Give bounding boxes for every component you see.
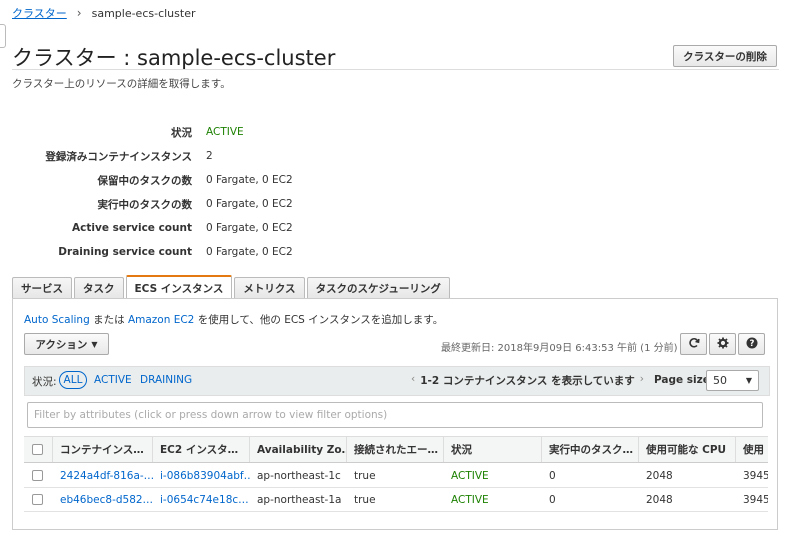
detail-status: 状況 ACTIVE	[0, 124, 400, 140]
help-icon: ?	[746, 337, 758, 352]
running-tasks-cell: 0	[549, 469, 556, 482]
detail-label: 保留中のタスクの数	[97, 174, 193, 187]
detail-value: 0 Fargate, 0 EC2	[206, 198, 293, 210]
available-cpu-cell: 2048	[646, 493, 673, 506]
availability-zone-cell: ap-northeast-1a	[257, 493, 342, 506]
column-running-tasks[interactable]: 実行中のタスク…	[542, 437, 639, 462]
actions-label: アクション	[35, 338, 88, 351]
detail-label: Active service count	[72, 222, 192, 234]
column-available-memory[interactable]: 使用	[736, 437, 768, 462]
tab-metrics[interactable]: メトリクス	[234, 277, 305, 299]
row-checkbox[interactable]	[32, 494, 43, 505]
detail-draining-services: Draining service count 0 Fargate, 0 EC2	[0, 244, 400, 260]
detail-value: ACTIVE	[206, 126, 244, 138]
settings-button[interactable]	[709, 333, 736, 355]
title-divider	[12, 69, 779, 70]
status-cell: ACTIVE	[451, 493, 489, 506]
table-row[interactable]: 2424a4df-816a-… i-086b83904abf… ap-north…	[24, 464, 768, 488]
tab-tasks[interactable]: タスク	[74, 277, 124, 299]
chevron-right-icon[interactable]: ›	[640, 373, 644, 388]
range-text: 1-2 コンテナインスタンス を表示しています	[420, 375, 635, 387]
column-agent-connected[interactable]: 接続されたエー…	[347, 437, 444, 462]
tab-task-scheduling[interactable]: タスクのスケジューリング	[306, 277, 450, 299]
page-size-select[interactable]: 50 ▼	[706, 370, 759, 391]
column-status[interactable]: 状況	[444, 437, 542, 462]
info-text-rest: を使用して、他の ECS インスタンスを追加します。	[194, 314, 444, 326]
column-ec2-instance[interactable]: EC2 インスタ…	[153, 437, 250, 462]
page-subtitle: クラスター上のリソースの詳細を取得します。	[12, 78, 231, 90]
chevron-left-icon[interactable]: ‹	[411, 373, 415, 388]
select-all-checkbox[interactable]	[32, 444, 43, 455]
detail-registered-instances: 登録済みコンテナインスタンス 2	[0, 148, 400, 164]
info-line: Auto Scaling または Amazon EC2 を使用して、他の ECS…	[24, 312, 443, 327]
breadcrumb-current: sample-ecs-cluster	[91, 6, 196, 20]
caret-down-icon: ▼	[745, 376, 752, 385]
table-row[interactable]: eb46bec8-d582… i-0654c74e18c… ap-northea…	[24, 488, 768, 512]
table-header: コンテナインス… EC2 インスタ… Availability Zo… 接続され…	[24, 436, 768, 463]
page-title: クラスター : sample-ecs-cluster	[12, 46, 336, 70]
svg-text:?: ?	[749, 339, 754, 349]
column-availability-zone[interactable]: Availability Zo…	[250, 437, 347, 462]
availability-zone-cell: ap-northeast-1c	[257, 469, 341, 482]
page-size-label: Page size	[654, 374, 710, 386]
status-cell: ACTIVE	[451, 469, 489, 482]
agent-connected-cell: true	[354, 493, 376, 506]
refresh-icon	[688, 337, 700, 352]
status-filter-all[interactable]: ALL	[59, 371, 87, 389]
breadcrumb: クラスター › sample-ecs-cluster	[12, 5, 195, 21]
detail-label: Draining service count	[58, 246, 192, 258]
gear-icon	[717, 337, 729, 352]
actions-dropdown-button[interactable]: アクション ▼	[24, 333, 109, 355]
status-filter-draining[interactable]: DRAINING	[140, 374, 192, 386]
tab-services[interactable]: サービス	[12, 277, 72, 299]
last-updated-text: 最終更新日: 2018年9月09日 6:43:53 午前 (1 分前)	[441, 343, 678, 354]
attribute-filter-input[interactable]	[27, 402, 763, 428]
agent-connected-cell: true	[354, 469, 376, 482]
status-filter-label: 状況:	[32, 376, 57, 388]
container-instance-link[interactable]: eb46bec8-d582…	[53, 488, 153, 511]
container-instance-link[interactable]: 2424a4df-816a-…	[53, 464, 153, 487]
auto-scaling-link[interactable]: Auto Scaling	[24, 314, 90, 326]
delete-cluster-button[interactable]: クラスターの削除	[673, 45, 777, 67]
detail-label: 登録済みコンテナインスタンス	[45, 150, 192, 163]
detail-label: 実行中のタスクの数	[97, 198, 193, 211]
ec2-instance-link[interactable]: i-0654c74e18c…	[153, 488, 250, 511]
side-panel-handle[interactable]	[0, 24, 6, 48]
row-checkbox[interactable]	[32, 470, 43, 481]
column-available-cpu[interactable]: 使用可能な CPU	[639, 437, 736, 462]
select-all-cell	[24, 437, 53, 462]
column-container-instance[interactable]: コンテナインス…	[53, 437, 153, 462]
info-text-mid: または	[89, 314, 128, 326]
available-cpu-cell: 2048	[646, 469, 673, 482]
available-memory-cell: 3945	[743, 493, 768, 506]
detail-label: 状況	[171, 126, 192, 139]
detail-value: 2	[206, 150, 213, 162]
detail-value: 0 Fargate, 0 EC2	[206, 222, 293, 234]
status-filter-active[interactable]: ACTIVE	[94, 374, 132, 386]
caret-down-icon: ▼	[91, 339, 98, 349]
pagination-info: ‹ 1-2 コンテナインスタンス を表示しています ›	[411, 373, 644, 388]
help-button[interactable]: ?	[738, 333, 765, 355]
detail-value: 0 Fargate, 0 EC2	[206, 174, 293, 186]
running-tasks-cell: 0	[549, 493, 556, 506]
ec2-instance-link[interactable]: i-086b83904abf…	[153, 464, 250, 487]
amazon-ec2-link[interactable]: Amazon EC2	[128, 314, 194, 326]
detail-pending-tasks: 保留中のタスクの数 0 Fargate, 0 EC2	[0, 172, 400, 188]
refresh-button[interactable]	[680, 333, 707, 355]
tab-ecs-instances[interactable]: ECS インスタンス	[125, 275, 233, 299]
detail-value: 0 Fargate, 0 EC2	[206, 246, 293, 258]
breadcrumb-clusters-link[interactable]: クラスター	[12, 5, 67, 21]
available-memory-cell: 3945	[743, 469, 768, 482]
page-size-value: 50	[713, 374, 727, 387]
breadcrumb-chevron-icon: ›	[76, 6, 82, 20]
detail-running-tasks: 実行中のタスクの数 0 Fargate, 0 EC2	[0, 196, 400, 212]
tab-bar: サービス タスク ECS インスタンス メトリクス タスクのスケジューリング	[12, 275, 452, 299]
detail-active-services: Active service count 0 Fargate, 0 EC2	[0, 220, 400, 236]
